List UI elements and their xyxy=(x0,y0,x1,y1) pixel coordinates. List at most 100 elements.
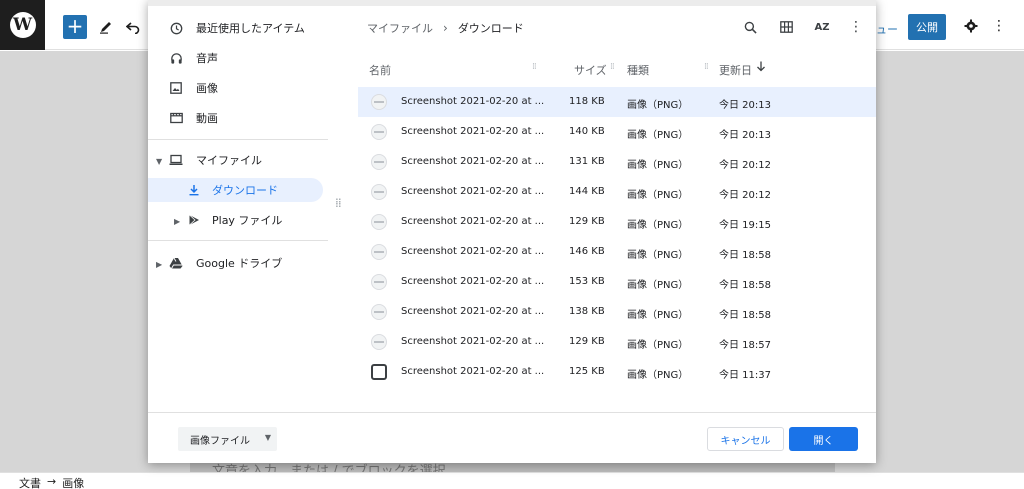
breadcrumb-arrow: → xyxy=(47,475,57,488)
file-type: 画像（PNG） xyxy=(627,310,689,321)
file-type: 画像（PNG） xyxy=(627,340,689,351)
file-row[interactable]: Screenshot 2021-02-20 at ... 131 KB 画像（P… xyxy=(358,147,876,177)
file-row[interactable]: Screenshot 2021-02-20 at ... 144 KB 画像（P… xyxy=(358,177,876,207)
file-row[interactable]: Screenshot 2021-02-20 at ... 146 KB 画像（P… xyxy=(358,237,876,267)
file-row[interactable]: Screenshot 2021-02-20 at ... 140 KB 画像（P… xyxy=(358,117,876,147)
file-name: Screenshot 2021-02-20 at ... xyxy=(401,246,545,257)
file-size: 153 KB xyxy=(569,276,605,287)
file-name: Screenshot 2021-02-20 at ... xyxy=(401,96,545,107)
more-menu-icon[interactable]: ⋮ xyxy=(846,17,866,37)
file-row[interactable]: Screenshot 2021-02-20 at ... 125 KB 画像（P… xyxy=(358,357,876,387)
sidebar-item-images[interactable]: 画像 xyxy=(148,76,323,100)
sidebar-item-videos[interactable]: 動画 xyxy=(148,106,323,130)
file-type: 画像（PNG） xyxy=(627,160,689,171)
wordpress-logo[interactable]: W xyxy=(0,0,45,50)
file-type: 画像（PNG） xyxy=(627,280,689,291)
clock-icon xyxy=(168,20,184,36)
drive-icon xyxy=(168,255,184,271)
file-size: 118 KB xyxy=(569,96,605,107)
sidebar-item-google-drive[interactable]: Google ドライブ xyxy=(148,251,323,275)
file-row[interactable]: Screenshot 2021-02-20 at ... 138 KB 画像（P… xyxy=(358,297,876,327)
search-icon[interactable] xyxy=(740,17,760,37)
sidebar-item-label: マイファイル xyxy=(196,154,262,167)
sort-az-icon[interactable]: AZ xyxy=(812,17,832,37)
download-icon xyxy=(186,182,202,198)
file-date: 今日 20:12 xyxy=(719,190,771,201)
file-type: 画像（PNG） xyxy=(627,190,689,201)
file-row[interactable]: Screenshot 2021-02-20 at ... 129 KB 画像（P… xyxy=(358,207,876,237)
file-thumbnail xyxy=(371,244,387,260)
sidebar-item-label: 音声 xyxy=(196,52,218,65)
file-date: 今日 18:58 xyxy=(719,250,771,261)
sidebar-divider xyxy=(148,139,328,140)
dialog-footer: 画像ファイル ▼ キャンセル 開く xyxy=(148,412,876,463)
file-type: 画像（PNG） xyxy=(627,130,689,141)
breadcrumb-document[interactable]: 文書 xyxy=(19,475,41,489)
file-row[interactable]: Screenshot 2021-02-20 at ... 153 KB 画像（P… xyxy=(358,267,876,297)
sidebar-item-my-files[interactable]: マイファイル xyxy=(148,148,323,172)
column-header-size[interactable]: サイズ xyxy=(574,62,607,78)
column-header-date[interactable]: 更新日 xyxy=(719,62,752,78)
sidebar-item-recent[interactable]: 最近使用したアイテム xyxy=(148,16,323,40)
file-name: Screenshot 2021-02-20 at ... xyxy=(401,216,545,227)
sidebar-item-downloads[interactable]: ダウンロード xyxy=(148,178,323,202)
file-row[interactable]: Screenshot 2021-02-20 at ... 118 KB 画像（P… xyxy=(358,87,876,117)
file-name: Screenshot 2021-02-20 at ... xyxy=(401,276,545,287)
column-resize-grip[interactable]: ⁞⁞ xyxy=(610,62,615,72)
laptop-icon xyxy=(168,152,184,168)
block-breadcrumb: 文書 → 画像 xyxy=(19,475,84,489)
breadcrumb-separator: › xyxy=(443,21,448,35)
column-header-name[interactable]: 名前 xyxy=(369,62,391,78)
column-header-type[interactable]: 種類 xyxy=(627,62,649,78)
sidebar-resize-handle[interactable]: ⁞⁞ xyxy=(335,197,343,209)
file-toolbar: マイファイル › ダウンロード AZ ⋮ xyxy=(358,6,876,48)
column-resize-grip[interactable]: ⁞⁞ xyxy=(704,62,709,72)
file-size: 144 KB xyxy=(569,186,605,197)
file-size: 125 KB xyxy=(569,366,605,377)
grid-view-icon[interactable] xyxy=(776,17,796,37)
publish-button[interactable]: 公開 xyxy=(908,14,946,40)
column-resize-grip[interactable]: ⁞⁞ xyxy=(532,62,537,72)
file-size: 129 KB xyxy=(569,336,605,347)
file-size: 140 KB xyxy=(569,126,605,137)
file-name: Screenshot 2021-02-20 at ... xyxy=(401,306,545,317)
preview-button[interactable]: ュー xyxy=(876,21,898,37)
file-type-filter-select[interactable]: 画像ファイル ▼ xyxy=(178,427,277,451)
breadcrumb-my-files[interactable]: マイファイル xyxy=(367,20,433,36)
breadcrumb-downloads: ダウンロード xyxy=(457,22,524,35)
undo-icon[interactable] xyxy=(123,15,143,39)
file-thumbnail xyxy=(371,274,387,290)
file-size: 131 KB xyxy=(569,156,605,167)
sort-down-arrow-icon[interactable] xyxy=(756,61,766,75)
more-options-icon[interactable]: ⋮ xyxy=(992,18,1006,34)
headphones-icon xyxy=(168,50,184,66)
file-type: 画像（PNG） xyxy=(627,250,689,261)
file-thumbnail xyxy=(371,334,387,350)
sidebar-item-play-files[interactable]: Play ファイル xyxy=(148,208,323,232)
sidebar-item-label: 動画 xyxy=(196,112,218,125)
file-thumbnail xyxy=(371,124,387,140)
file-type: 画像（PNG） xyxy=(627,370,689,381)
open-button[interactable]: 開く xyxy=(789,427,858,451)
settings-gear-icon[interactable] xyxy=(963,18,979,34)
file-thumbnail xyxy=(371,214,387,230)
file-picker-dialog: 最近使用したアイテム 音声 画像 動画 ▼ マイファイル ダウンロード ▶ Pl… xyxy=(148,0,876,463)
file-size: 129 KB xyxy=(569,216,605,227)
file-date: 今日 20:12 xyxy=(719,160,771,171)
sidebar-item-audio[interactable]: 音声 xyxy=(148,46,323,70)
file-row[interactable]: Screenshot 2021-02-20 at ... 129 KB 画像（P… xyxy=(358,327,876,357)
cancel-button[interactable]: キャンセル xyxy=(707,427,784,451)
file-name: Screenshot 2021-02-20 at ... xyxy=(401,186,545,197)
file-date: 今日 18:58 xyxy=(719,310,771,321)
path-breadcrumb: マイファイル › ダウンロード xyxy=(367,20,524,36)
file-date: 今日 18:58 xyxy=(719,280,771,291)
file-name: Screenshot 2021-02-20 at ... xyxy=(401,366,545,377)
file-date: 今日 19:15 xyxy=(719,220,771,231)
editor-footer: 文書 → 画像 xyxy=(0,472,1024,489)
filter-selected-value: 画像ファイル xyxy=(190,435,250,447)
edit-pencil-icon[interactable] xyxy=(96,15,116,39)
breadcrumb-image[interactable]: 画像 xyxy=(62,475,84,489)
file-thumbnail xyxy=(371,364,387,380)
wordpress-icon: W xyxy=(9,12,36,38)
add-block-button[interactable]: + xyxy=(63,15,87,39)
